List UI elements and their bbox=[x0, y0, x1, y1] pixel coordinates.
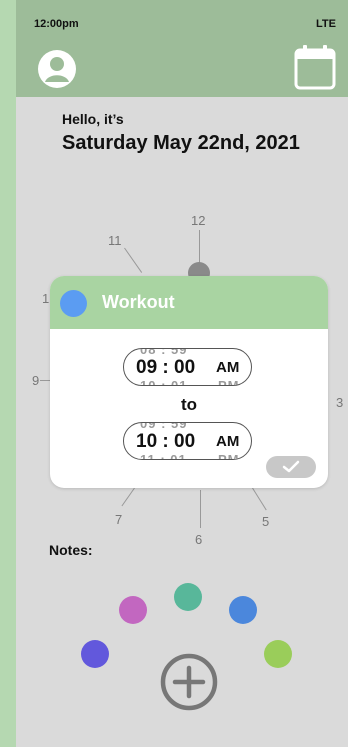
color-option-purple[interactable] bbox=[119, 596, 147, 624]
end-time-picker[interactable]: 09 : 59 10 : 00 AM 11 : 01 PM bbox=[123, 422, 252, 460]
start-period: AM bbox=[216, 359, 240, 376]
color-option-lime[interactable] bbox=[264, 640, 292, 668]
top-bar: 12:00pm LTE bbox=[16, 0, 348, 97]
phone-screen: 12:00pm LTE Hello, it’s Saturday May 22n… bbox=[16, 0, 348, 747]
end-time-value: 10 : 00 bbox=[136, 431, 196, 452]
color-option-indigo[interactable] bbox=[81, 640, 109, 668]
start-prev-value: 08 : 59 bbox=[140, 348, 188, 357]
start-time-picker[interactable]: 08 : 59 09 : 00 AM 10 : 01 PM bbox=[123, 348, 252, 386]
color-option-blue[interactable] bbox=[229, 596, 257, 624]
start-time-value: 09 : 00 bbox=[136, 357, 196, 378]
check-icon bbox=[282, 460, 300, 473]
status-network: LTE bbox=[316, 18, 336, 30]
end-prev-value: 09 : 59 bbox=[140, 422, 188, 431]
clock-number-7: 7 bbox=[115, 512, 123, 527]
profile-icon[interactable] bbox=[37, 49, 77, 89]
plus-circle-icon[interactable] bbox=[159, 652, 219, 712]
clock-number-5: 5 bbox=[262, 514, 270, 529]
clock-tick bbox=[200, 490, 201, 528]
end-period: AM bbox=[216, 433, 240, 450]
confirm-button[interactable] bbox=[266, 456, 316, 478]
color-option-teal[interactable] bbox=[174, 583, 202, 611]
status-time: 12:00pm bbox=[34, 18, 79, 30]
event-title: Workout bbox=[102, 292, 175, 312]
calendar-icon[interactable] bbox=[294, 44, 336, 90]
end-next-value: 11 : 01 bbox=[140, 452, 187, 460]
dialog-header: Workout bbox=[50, 276, 328, 329]
date-title: Saturday May 22nd, 2021 bbox=[62, 132, 300, 154]
clock-number-3: 3 bbox=[336, 395, 344, 410]
notes-label: Notes: bbox=[49, 542, 93, 558]
clock-number-9: 9 bbox=[32, 373, 40, 388]
end-next-period: PM bbox=[218, 452, 240, 460]
start-next-value: 10 : 01 bbox=[140, 378, 188, 386]
clock-number-6: 6 bbox=[195, 532, 203, 547]
greeting-text: Hello, it’s bbox=[62, 111, 124, 127]
time-range-connector: to bbox=[180, 395, 198, 414]
start-next-period: PM bbox=[218, 378, 240, 386]
event-color-dot[interactable] bbox=[60, 290, 87, 317]
event-time-dialog[interactable]: Workout 08 : 59 09 : 00 AM 10 : 01 PM to… bbox=[50, 276, 328, 488]
clock-number-1: 1 bbox=[42, 291, 50, 306]
clock-number-12: 12 bbox=[191, 213, 206, 228]
clock-number-11: 11 bbox=[108, 233, 122, 248]
